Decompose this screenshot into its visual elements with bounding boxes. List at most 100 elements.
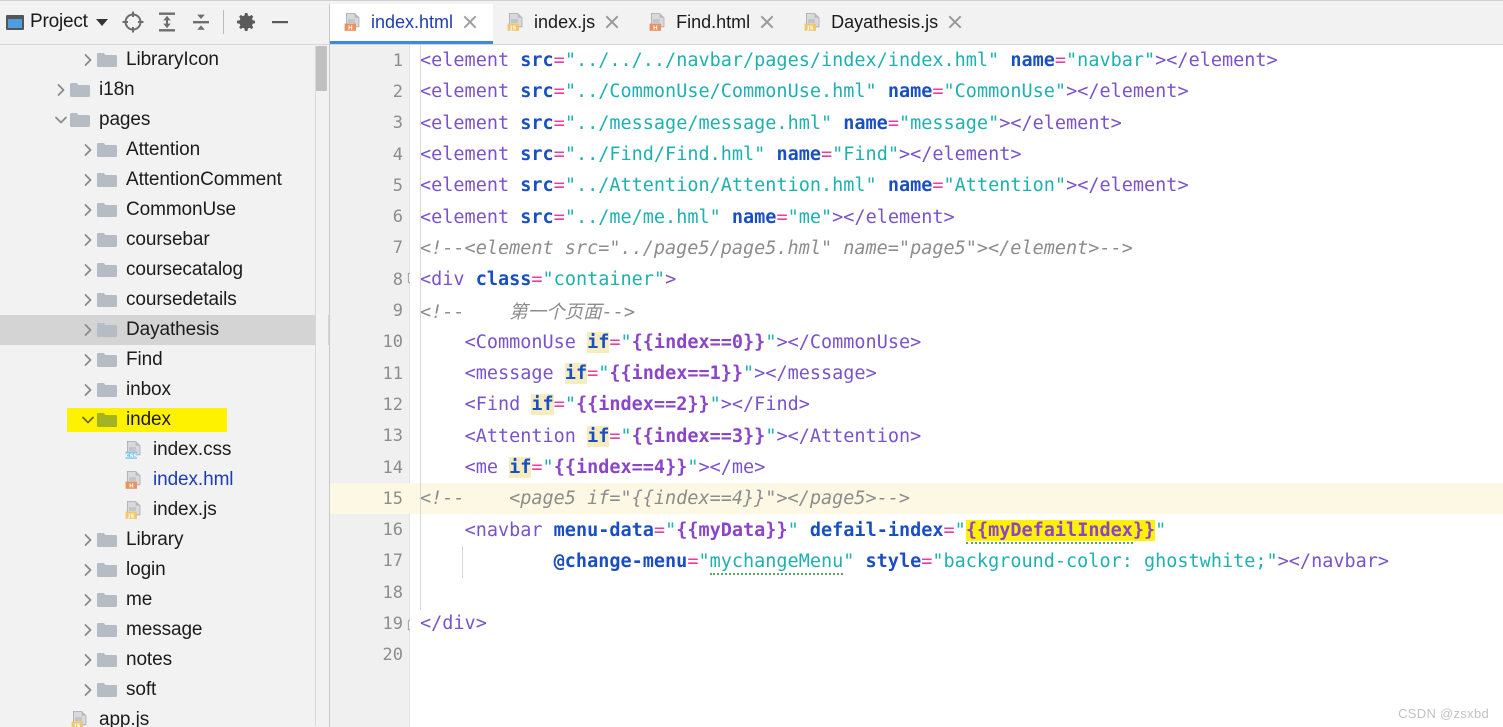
tree-folder-row[interactable]: coursecatalog	[0, 255, 329, 285]
editor-tab[interactable]: JS Dayathesis.js	[790, 0, 978, 44]
tree-folder-row[interactable]: soft	[0, 675, 329, 705]
line-number: 3	[330, 108, 410, 139]
chevron-right-icon[interactable]	[79, 195, 97, 225]
code-line[interactable]: <!-- 第一个页面-->	[410, 295, 1503, 326]
code-area: 1 2 3 4 5 6 7 8 9 10 11 12 13 14 15 16 17 18 19 20 <element…	[330, 45, 1503, 727]
code-line[interactable]: <element src="../me/me.hml" name="me"></…	[410, 201, 1503, 232]
code-line-text: <Find if="{{index==2}}"></Find>	[464, 394, 810, 416]
chevron-right-icon[interactable]	[79, 135, 97, 165]
tab-label: Dayathesis.js	[831, 11, 939, 32]
code-line[interactable]: <message if="{{index==1}}"></message>	[410, 358, 1503, 389]
chevron-down-icon[interactable]	[52, 105, 70, 135]
locate-icon[interactable]	[116, 5, 150, 39]
code-line[interactable]: <CommonUse if="{{index==0}}"></CommonUse…	[410, 327, 1503, 358]
html-file-icon: H	[124, 470, 144, 490]
code-line[interactable]: <Find if="{{index==2}}"></Find>	[410, 389, 1503, 420]
chevron-right-icon[interactable]	[79, 285, 97, 315]
line-number-text: 20	[382, 645, 403, 666]
code-line[interactable]: <element src="../CommonUse/CommonUse.hml…	[410, 76, 1503, 107]
chevron-right-icon[interactable]	[79, 525, 97, 555]
tree-folder-row[interactable]: message	[0, 615, 329, 645]
close-icon[interactable]	[758, 13, 776, 31]
tree-folder-row[interactable]: login	[0, 555, 329, 585]
code-line[interactable]: <element src="../../../navbar/pages/inde…	[410, 45, 1503, 76]
code-line[interactable]	[410, 577, 1503, 608]
chevron-right-icon[interactable]	[79, 225, 97, 255]
tree-folder-row[interactable]: pages	[0, 105, 329, 135]
chevron-right-icon[interactable]	[79, 675, 97, 705]
code-line[interactable]: <element src="../Attention/Attention.hml…	[410, 170, 1503, 201]
chevron-right-icon[interactable]	[79, 165, 97, 195]
tree-folder-row[interactable]: inbox	[0, 375, 329, 405]
chevron-right-icon[interactable]	[79, 345, 97, 375]
folder-icon	[97, 592, 117, 608]
chevron-right-icon[interactable]	[79, 615, 97, 645]
chevron-right-icon[interactable]	[79, 255, 97, 285]
tree-file-row[interactable]: JS index.js	[0, 495, 329, 525]
tree-folder-row[interactable]: Attention	[0, 135, 329, 165]
tree-folder-row[interactable]: CommonUse	[0, 195, 329, 225]
chevron-down-icon[interactable]	[79, 405, 97, 435]
sidebar-scrollbar[interactable]	[315, 46, 328, 726]
code-line[interactable]: <Attention if="{{index==3}}"></Attention…	[410, 421, 1503, 452]
minimize-icon[interactable]	[263, 5, 297, 39]
chevron-right-icon[interactable]	[79, 375, 97, 405]
line-number-gutter[interactable]: 1 2 3 4 5 6 7 8 9 10 11 12 13 14 15 16 17 18 19 20	[330, 45, 448, 727]
editor-tab[interactable]: JS index.js	[493, 0, 635, 44]
editor-tab[interactable]: Hindex.html	[330, 0, 494, 44]
code-line[interactable]: <element src="../message/message.hml" na…	[410, 108, 1503, 139]
chevron-right-icon[interactable]	[79, 585, 97, 615]
editor-tab[interactable]: H Find.html	[635, 0, 790, 44]
ide-window: Project LibraryIcon i18n pages Attention…	[0, 0, 1503, 727]
close-icon[interactable]	[603, 13, 621, 31]
tree-file-row[interactable]: CSS index.css	[0, 435, 329, 465]
tree-file-row[interactable]: JS app.js	[0, 705, 329, 727]
project-file-tree[interactable]: LibraryIcon i18n pages Attention AttentionCo…	[0, 45, 329, 727]
tree-folder-row[interactable]: Dayathesis	[0, 315, 329, 345]
chevron-right-icon[interactable]	[52, 75, 70, 105]
tree-folder-row[interactable]: me	[0, 585, 329, 615]
code-line[interactable]: <element src="../Find/Find.hml" name="Fi…	[410, 139, 1503, 170]
code-line[interactable]	[410, 640, 1503, 671]
close-icon[interactable]	[946, 13, 964, 31]
editor-tab-bar[interactable]: Hindex.html JS index.js H Find.html JS Dayathe…	[330, 0, 1503, 45]
code-line[interactable]: <me if="{{index==4}}"></me>	[410, 452, 1503, 483]
tree-item-label: inbox	[126, 379, 171, 400]
tree-file-row[interactable]: Hindex.hml	[0, 465, 329, 495]
code-line-text: <element src="../me/me.hml" name="me"></…	[420, 206, 955, 228]
chevron-right-icon[interactable]	[79, 555, 97, 585]
code-line[interactable]: </div>	[410, 608, 1503, 639]
project-sidebar: Project LibraryIcon i18n pages Attention…	[0, 0, 330, 727]
code-line[interactable]: <!--<element src="../page5/page5.hml" na…	[410, 233, 1503, 264]
close-icon[interactable]	[461, 13, 479, 31]
chevron-right-icon[interactable]	[79, 45, 97, 75]
collapse-all-icon[interactable]	[184, 5, 218, 39]
line-number-text: 19	[382, 613, 403, 634]
project-title-button[interactable]: Project	[6, 11, 108, 33]
tree-folder-row[interactable]: i18n	[0, 75, 329, 105]
chevron-right-icon[interactable]	[79, 645, 97, 675]
expand-all-icon[interactable]	[150, 5, 184, 39]
indent-guide	[462, 545, 463, 578]
tree-folder-row[interactable]: Library	[0, 525, 329, 555]
tree-folder-row[interactable]: coursebar	[0, 225, 329, 255]
tree-folder-row[interactable]: Find	[0, 345, 329, 375]
folder-icon	[97, 202, 117, 218]
code-line-text: <!-- <page5 if="{{index==4}}"></page5>--…	[420, 488, 911, 510]
tree-folder-row[interactable]: AttentionComment	[0, 165, 329, 195]
tree-folder-row[interactable]: notes	[0, 645, 329, 675]
scrollbar-thumb[interactable]	[316, 46, 327, 91]
chevron-right-icon[interactable]	[79, 315, 97, 345]
code-line[interactable]: <div class="container">	[410, 264, 1503, 295]
code-line[interactable]: @change-menu="mychangeMenu" style="backg…	[410, 546, 1503, 577]
code-line[interactable]: <!-- <page5 if="{{index==4}}"></page5>--…	[410, 483, 1503, 515]
code-line[interactable]: <navbar menu-data="{{myData}}" defail-in…	[410, 514, 1503, 545]
tree-folder-row[interactable]: coursedetails	[0, 285, 329, 315]
svg-text:H: H	[129, 484, 134, 490]
tree-item-label: Library	[126, 529, 184, 550]
tree-folder-row[interactable]: index	[0, 405, 329, 435]
gear-icon[interactable]	[229, 5, 263, 39]
code-text[interactable]: <element src="../../../navbar/pages/inde…	[410, 45, 1503, 727]
chevron-down-icon[interactable]	[95, 18, 108, 26]
tree-folder-row[interactable]: LibraryIcon	[0, 45, 329, 75]
